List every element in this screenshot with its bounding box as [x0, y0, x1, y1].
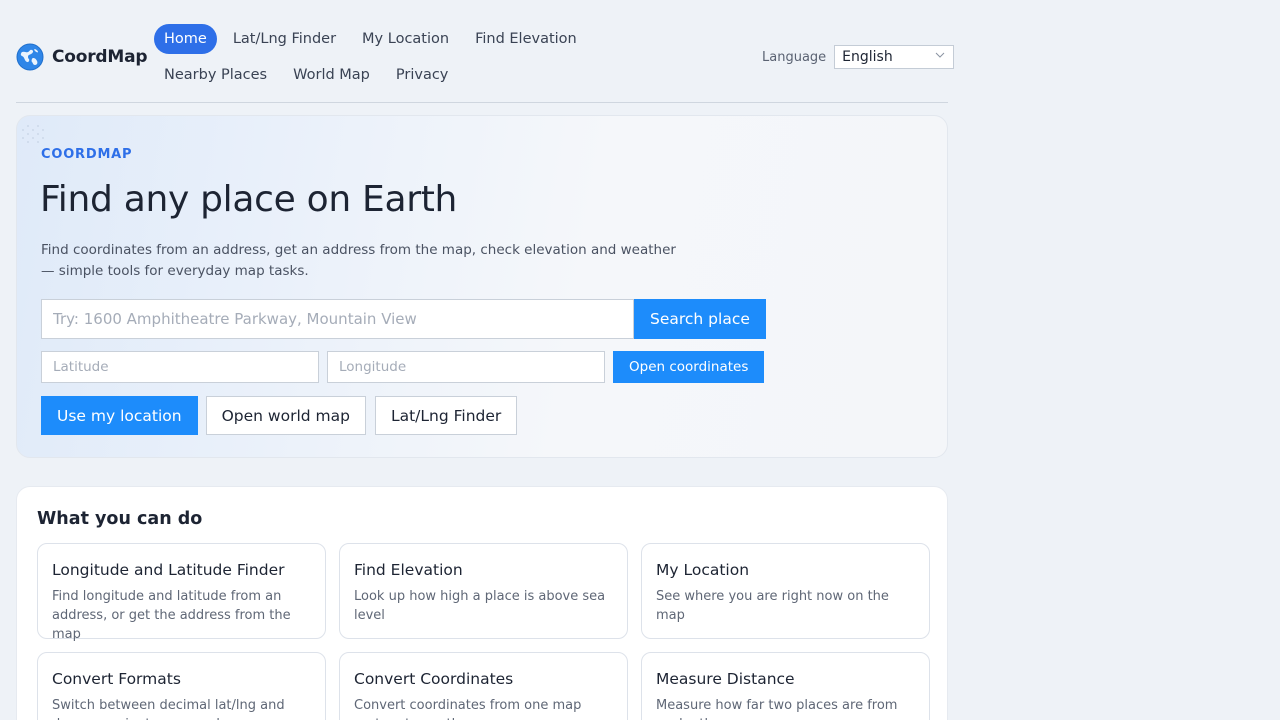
- search-row: Search place: [41, 299, 766, 339]
- language-label: Language: [762, 49, 827, 65]
- open-coordinates-button[interactable]: Open coordinates: [613, 351, 765, 383]
- brand-name: CoordMap: [52, 47, 148, 67]
- latlng-finder-button[interactable]: Lat/Lng Finder: [374, 396, 518, 435]
- features-title: What you can do: [37, 509, 203, 529]
- globe-icon: [16, 43, 44, 71]
- nav-my-location[interactable]: My Location: [352, 24, 459, 54]
- nav-privacy[interactable]: Privacy: [386, 60, 459, 90]
- nav-world-map[interactable]: World Map: [283, 60, 380, 90]
- feature-card-find-elevation[interactable]: Find Elevation Look up how high a place …: [339, 543, 628, 639]
- hero-description: Find coordinates from an address, get an…: [41, 242, 676, 279]
- language-selector: Language English: [762, 45, 955, 69]
- feature-card-desc: Look up how high a place is above sea le…: [354, 589, 606, 623]
- feature-card-title: Longitude and Latitude Finder: [52, 561, 285, 579]
- feature-card-title: Convert Formats: [52, 670, 181, 688]
- use-my-location-button[interactable]: Use my location: [41, 396, 198, 435]
- feature-card-title: My Location: [656, 561, 750, 579]
- feature-card-convert-coordinates[interactable]: Convert Coordinates Convert coordinates …: [339, 652, 628, 720]
- feature-card-convert-formats[interactable]: Convert Formats Switch between decimal l…: [37, 652, 326, 720]
- feature-card-desc: Switch between decimal lat/lng and degre…: [52, 698, 285, 720]
- search-input[interactable]: [41, 299, 634, 339]
- feature-card-desc: Find longitude and latitude from an addr…: [52, 589, 291, 642]
- nav-home[interactable]: Home: [154, 24, 217, 54]
- feature-card-latlng-finder[interactable]: Longitude and Latitude Finder Find longi…: [37, 543, 326, 642]
- coordinates-row: Open coordinates: [41, 351, 765, 383]
- features-section: What you can do Longitude and Latitude F…: [16, 486, 948, 720]
- feature-card-measure-distance[interactable]: Measure Distance Measure how far two pla…: [641, 652, 930, 720]
- page-title: Find any place on Earth: [40, 179, 458, 220]
- hero-eyebrow: COORDMAP: [41, 147, 133, 162]
- nav-nearby-places[interactable]: Nearby Places: [154, 60, 277, 90]
- hero-section: COORDMAP Find any place on Earth Find co…: [16, 115, 948, 458]
- action-row: Use my location Open world map Lat/Lng F…: [41, 396, 526, 435]
- language-select[interactable]: English: [834, 45, 955, 69]
- latitude-field[interactable]: [41, 351, 319, 383]
- feature-card-desc: Convert coordinates from one map system …: [354, 698, 582, 720]
- page: CoordMap Home Lat/Lng Finder My Location…: [16, 0, 955, 720]
- feature-card-my-location[interactable]: My Location See where you are right now …: [641, 543, 930, 639]
- feature-grid: Longitude and Latitude Finder Find longi…: [37, 543, 930, 720]
- language-value: English: [842, 49, 893, 65]
- feature-card-title: Measure Distance: [656, 670, 795, 688]
- feature-card-title: Convert Coordinates: [354, 670, 514, 688]
- site-header: CoordMap Home Lat/Lng Finder My Location…: [16, 0, 955, 103]
- feature-card-title: Find Elevation: [354, 561, 463, 579]
- open-world-map-button[interactable]: Open world map: [205, 396, 366, 435]
- nav-latlng-finder[interactable]: Lat/Lng Finder: [223, 24, 346, 54]
- brand[interactable]: CoordMap: [16, 43, 148, 71]
- search-place-button[interactable]: Search place: [634, 299, 766, 339]
- decorative-dots-icon: [22, 125, 44, 143]
- feature-card-desc: See where you are right now on the map: [656, 589, 889, 623]
- nav-find-elevation[interactable]: Find Elevation: [465, 24, 587, 54]
- feature-card-desc: Measure how far two places are from each…: [656, 698, 898, 720]
- main-nav: Home Lat/Lng Finder My Location Find Ele…: [154, 24, 694, 90]
- longitude-field[interactable]: [327, 351, 605, 383]
- chevron-down-icon: [935, 52, 945, 58]
